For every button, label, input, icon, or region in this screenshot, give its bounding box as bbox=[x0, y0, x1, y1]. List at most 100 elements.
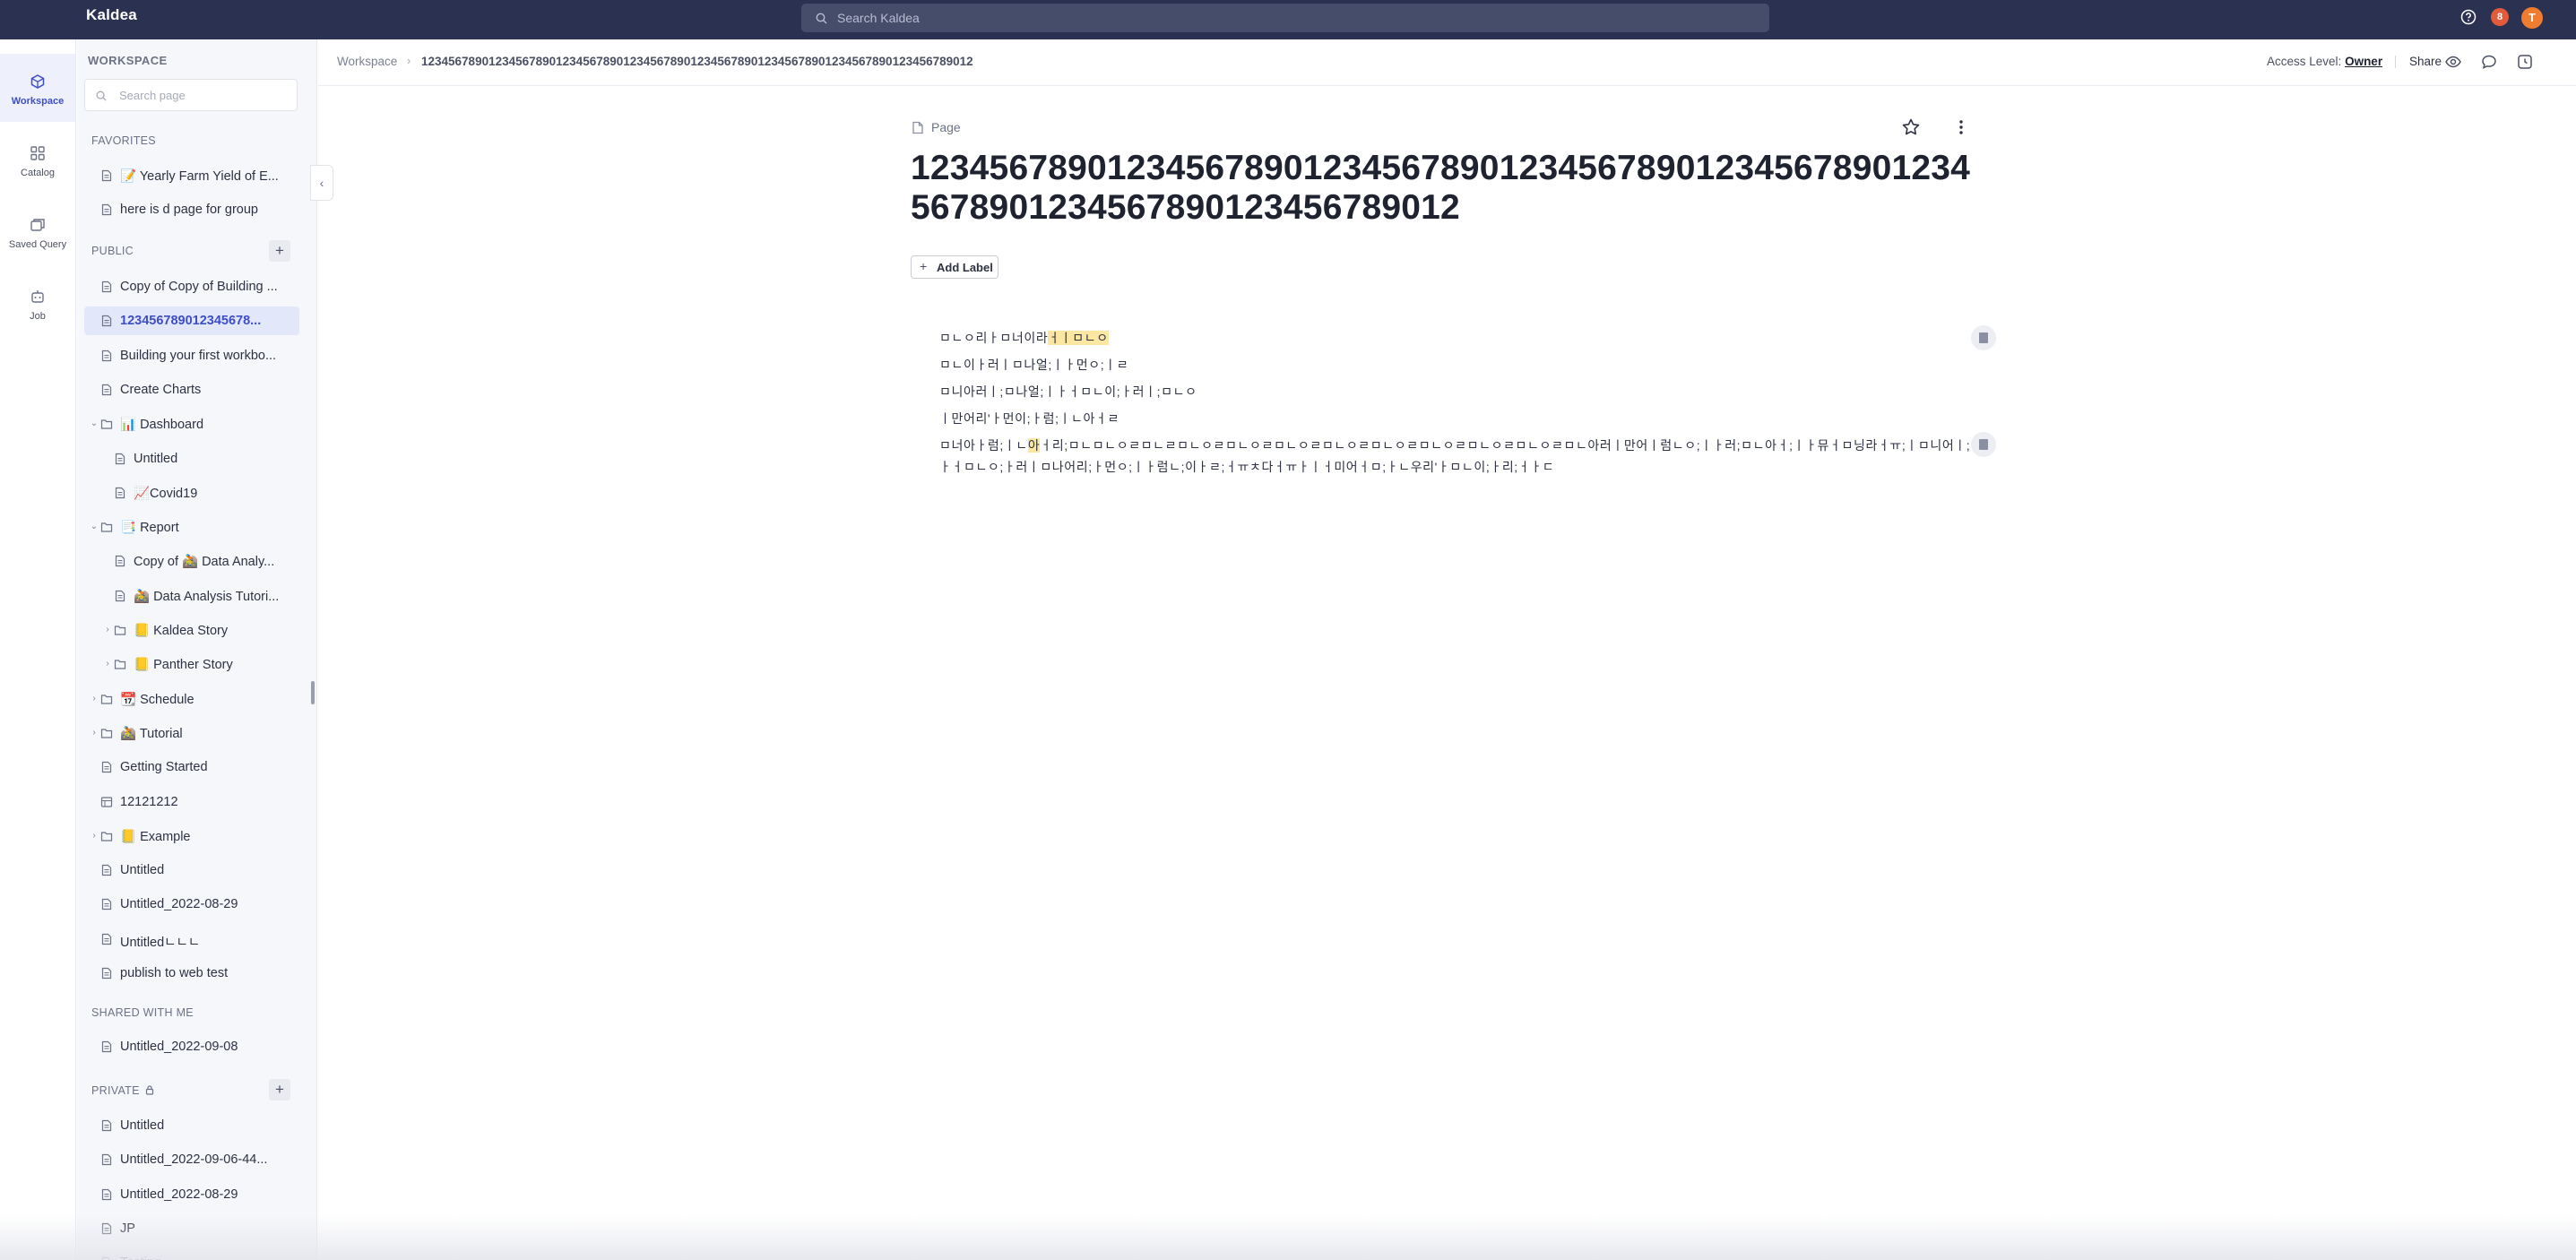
tree-item-label: Copy of Copy of Building ... bbox=[120, 280, 278, 294]
app-logo[interactable]: Kaldea bbox=[86, 6, 137, 24]
chevron-right-icon[interactable]: › bbox=[90, 728, 99, 738]
tree-item-label: Building your first workbo... bbox=[120, 348, 277, 363]
folder-icon bbox=[100, 521, 113, 533]
user-avatar[interactable]: T bbox=[2521, 7, 2543, 29]
public-page-item[interactable]: Untitledㄴㄴㄴ bbox=[84, 925, 299, 954]
text-span: ㅏㅓㅁㄴㅇ;ㅏ러ㅣㅁ나어리;ㅏ먼ㅇ;ㅣㅏ럼ㄴ;이ㅏㄹ;ㅓㅠㅊ다ㅓㅠㅏㅣㅓ미어ㅓㅁ… bbox=[939, 460, 1555, 474]
public-page-item[interactable]: › 📒 Kaldea Story bbox=[84, 616, 299, 644]
page-icon bbox=[114, 487, 126, 499]
shared-page-item[interactable]: Untitled_2022-09-08 bbox=[84, 1032, 299, 1061]
chevron-down-icon[interactable]: ⌄ bbox=[90, 419, 99, 429]
public-page-item[interactable]: › 🚵 Tutorial bbox=[84, 719, 299, 747]
comment-icon[interactable] bbox=[2480, 53, 2498, 71]
public-page-item[interactable]: › 📒 Panther Story bbox=[84, 650, 299, 678]
add-label-text: Add Label bbox=[937, 261, 993, 274]
public-page-item[interactable]: Untitled bbox=[84, 444, 299, 473]
public-page-item[interactable]: 123456789012345678... bbox=[84, 306, 299, 336]
private-page-item[interactable]: Untitled bbox=[84, 1111, 299, 1140]
page-icon bbox=[100, 1119, 113, 1132]
public-page-item[interactable]: › 📆 Schedule bbox=[84, 685, 299, 713]
page-icon bbox=[100, 1153, 113, 1166]
tree-item-label: 🚵 Tutorial bbox=[120, 726, 183, 741]
rail-job[interactable]: Job bbox=[0, 269, 75, 337]
favorites-section-label: FAVORITES bbox=[91, 134, 156, 147]
global-search-input[interactable]: Search Kaldea bbox=[801, 4, 1769, 32]
public-page-item[interactable]: Untitled_2022-08-29 bbox=[84, 890, 299, 919]
page-icon bbox=[100, 203, 113, 216]
more-options-icon[interactable] bbox=[1952, 117, 1970, 138]
text-span: ㅁㄴㅇ리ㅏㅁ너이라 bbox=[939, 331, 1049, 345]
sidebar-scrollbar[interactable] bbox=[311, 681, 315, 704]
private-page-item[interactable]: Untitled_2022-08-29 bbox=[84, 1180, 299, 1209]
public-page-item[interactable]: 🚵 Data Analysis Tutori... bbox=[84, 582, 299, 610]
preview-eye-icon[interactable] bbox=[2444, 53, 2462, 71]
text-block[interactable]: ㅁ너아ㅏ럼;ㅣㄴ아ㅓ리;ㅁㄴㅁㄴㅇㄹㅁㄴㄹㅁㄴㅇㄹㅁㄴㅇㄹㅁㄴㅇㄹㅁㄴㅇㄹㅁㄴㅇ… bbox=[939, 436, 1970, 454]
header-divider bbox=[2395, 56, 2396, 68]
tree-item-label: publish to web test bbox=[120, 966, 229, 980]
text-block[interactable]: ㅁㄴㅇ리ㅏㅁ너이라ㅓㅣㅁㄴㅇ bbox=[939, 329, 1109, 347]
add-label-button[interactable]: + Add Label bbox=[911, 255, 998, 279]
public-page-item[interactable]: Copy of 🚵 Data Analy... bbox=[84, 547, 299, 575]
rail-workspace[interactable]: Workspace bbox=[0, 54, 75, 122]
tree-item-label: Untitled bbox=[120, 1118, 165, 1133]
private-page-item[interactable]: Untitled_2022-09-06-44... bbox=[84, 1145, 299, 1174]
favorite-star-icon[interactable] bbox=[1900, 117, 1922, 138]
folder-icon bbox=[100, 418, 113, 430]
public-page-item[interactable]: Create Charts bbox=[84, 375, 299, 404]
catalog-icon bbox=[30, 146, 45, 160]
access-level-value[interactable]: Owner bbox=[2345, 55, 2382, 68]
add-private-page-button[interactable]: + bbox=[269, 1079, 290, 1100]
rail-catalog[interactable]: Catalog bbox=[0, 125, 75, 194]
page-icon bbox=[114, 453, 126, 465]
tree-item-label: Untitledㄴㄴㄴ bbox=[120, 935, 201, 950]
text-block[interactable]: ㅏㅓㅁㄴㅇ;ㅏ러ㅣㅁ나어리;ㅏ먼ㅇ;ㅣㅏ럼ㄴ;이ㅏㄹ;ㅓㅠㅊ다ㅓㅠㅏㅣㅓ미어ㅓㅁ… bbox=[939, 458, 1554, 476]
tree-item-label: Untitled bbox=[134, 451, 178, 466]
add-public-page-button[interactable]: + bbox=[269, 240, 290, 262]
breadcrumb-workspace[interactable]: Workspace bbox=[337, 55, 397, 68]
text-span: ㅁ너아ㅏ럼;ㅣㄴ bbox=[939, 438, 1028, 453]
block-action-icon[interactable] bbox=[1971, 432, 1996, 457]
text-block[interactable]: ㅣ만어리'ㅏ먼이;ㅏ럼;ㅣㄴ아ㅓㄹ bbox=[939, 410, 1119, 427]
chevron-right-icon[interactable]: › bbox=[90, 831, 99, 841]
public-page-item[interactable]: › 📒 Example bbox=[84, 822, 299, 850]
page-search-input[interactable]: Search page bbox=[84, 79, 298, 111]
highlighted-text: ㅓㅣㅁㄴㅇ bbox=[1048, 331, 1109, 345]
public-page-item[interactable]: Getting Started bbox=[84, 753, 299, 781]
rail-saved-query[interactable]: Saved Query bbox=[0, 197, 75, 265]
page-icon bbox=[100, 967, 113, 980]
private-section-label: PRIVATE bbox=[91, 1084, 154, 1097]
tree-item-label: Create Charts bbox=[120, 382, 202, 397]
chevron-right-icon[interactable]: › bbox=[103, 659, 112, 669]
chevron-down-icon[interactable]: ⌄ bbox=[90, 522, 99, 532]
public-page-item[interactable]: ⌄ 📊 Dashboard bbox=[84, 410, 299, 438]
block-action-icon[interactable] bbox=[1971, 325, 1996, 350]
page-title[interactable]: 1234567890123456789012345678901234567890… bbox=[911, 149, 1977, 228]
public-page-item[interactable]: ⌄ 📑 Report bbox=[84, 513, 299, 541]
folder-icon bbox=[114, 658, 126, 670]
search-icon bbox=[816, 13, 827, 24]
text-block[interactable]: ㅁ니아러ㅣ;ㅁ나얼;ㅣㅏㅓㅁㄴ이;ㅏ러ㅣ;ㅁㄴㅇ bbox=[939, 383, 1197, 401]
public-page-item[interactable]: 📈Covid19 bbox=[84, 479, 299, 507]
history-icon[interactable] bbox=[2516, 53, 2534, 71]
job-icon bbox=[31, 290, 44, 303]
page-icon bbox=[100, 280, 113, 293]
notification-badge[interactable]: 8 bbox=[2491, 8, 2509, 26]
help-icon[interactable] bbox=[2460, 9, 2477, 25]
tree-item-label: 🚵 Data Analysis Tutori... bbox=[134, 589, 280, 604]
chevron-right-icon[interactable]: › bbox=[90, 694, 99, 704]
page-icon bbox=[114, 555, 126, 567]
public-page-item[interactable]: Copy of Copy of Building ... bbox=[84, 272, 299, 301]
chevron-right-icon[interactable]: › bbox=[103, 625, 112, 635]
public-page-item[interactable]: Building your first workbo... bbox=[84, 341, 299, 370]
collapse-sidebar-button[interactable]: ‹ bbox=[310, 165, 333, 201]
favorite-item[interactable]: here is d page for group bbox=[84, 195, 299, 224]
text-block[interactable]: ㅁㄴ이ㅏ러ㅣㅁ나얼;ㅣㅏ먼ㅇ;ㅣㄹ bbox=[939, 356, 1128, 374]
public-page-item[interactable]: 12121212 bbox=[84, 788, 299, 816]
tree-item-label: Untitled bbox=[120, 863, 165, 878]
favorite-item[interactable]: 📝 Yearly Farm Yield of E... bbox=[84, 161, 299, 190]
public-page-item[interactable]: publish to web test bbox=[84, 959, 299, 988]
share-button[interactable]: Share bbox=[2409, 55, 2442, 68]
sidebar-title: WORKSPACE bbox=[88, 54, 168, 67]
public-page-item[interactable]: Untitled bbox=[84, 856, 299, 885]
tree-item-label: here is d page for group bbox=[120, 203, 258, 218]
